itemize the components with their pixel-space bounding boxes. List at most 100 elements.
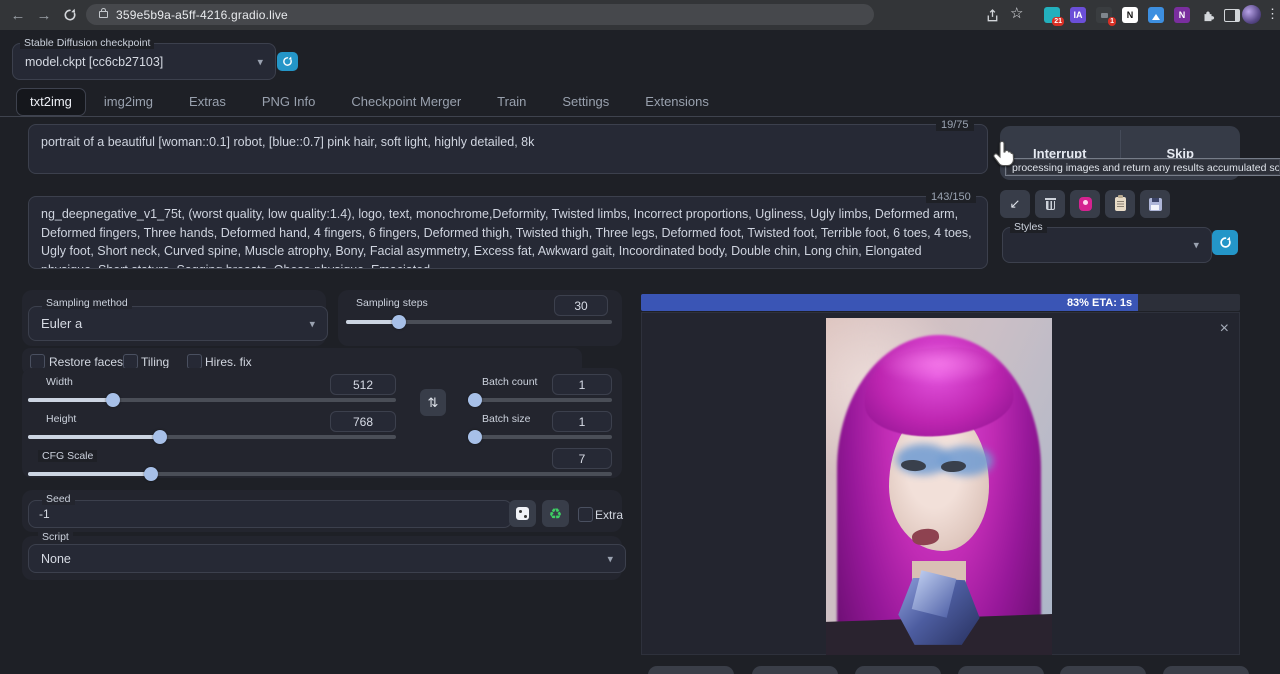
cfg-scale-label: CFG Scale [38,450,97,462]
dice-icon [516,507,529,520]
slider-handle[interactable] [468,393,482,407]
seed-input[interactable]: -1 [28,500,512,528]
camera-glyph [1101,13,1108,18]
negative-prompt-textarea[interactable]: ng_deepnegative_v1_75t, (worst quality, … [28,196,988,269]
refresh-icon [1219,236,1232,249]
sampling-steps-input[interactable]: 30 [554,295,608,316]
script-label: Script [38,531,73,543]
slider-handle[interactable] [392,315,406,329]
browser-forward-icon[interactable]: → [32,3,56,27]
sampling-method-label: Sampling method [42,297,132,309]
tab-extensions[interactable]: Extensions [627,88,727,116]
generated-image[interactable] [826,318,1052,655]
tab-img2img[interactable]: img2img [86,88,171,116]
extension-notion-icon[interactable]: N [1122,7,1138,23]
sampling-steps-slider[interactable] [346,315,612,329]
tab-png-info[interactable]: PNG Info [244,88,333,116]
progress-fill: 83% ETA: 1s [641,294,1138,311]
styles-refresh-button[interactable] [1212,230,1238,255]
hires-fix-checkbox[interactable] [187,354,202,369]
tiling-checkbox[interactable] [123,354,138,369]
tab-train[interactable]: Train [479,88,544,116]
trash-icon [1045,198,1056,210]
seed-extra-checkbox[interactable] [578,507,593,522]
batch-count-input[interactable]: 1 [552,374,612,395]
chevron-down-icon: ▾ [309,317,315,330]
tab-extras[interactable]: Extras [171,88,244,116]
width-label: Width [42,376,77,388]
share-icon[interactable] [980,3,1004,27]
extension-onenote-icon[interactable]: N [1174,7,1190,23]
progress-bar: 83% ETA: 1s [641,294,1240,311]
gallery-action-button[interactable] [958,666,1044,674]
cfg-scale-input[interactable]: 7 [552,448,612,469]
negative-token-counter: 143/150 [926,191,976,203]
tab-divider [0,116,1280,117]
checkpoint-refresh-button[interactable] [277,52,298,71]
hires-fix-label: Hires. fix [205,355,252,369]
lock-icon [99,11,108,18]
seed-extra-label: Extra [595,508,623,522]
gallery-action-button[interactable] [648,666,734,674]
profile-avatar[interactable] [1242,5,1261,24]
bookmark-star-icon[interactable]: ☆ [1010,4,1023,22]
extra-networks-button[interactable] [1070,190,1100,218]
slider-handle[interactable] [144,467,158,481]
extension-image-icon[interactable] [1148,7,1164,23]
extension-badge: 21 [1052,17,1064,26]
reuse-seed-button[interactable]: ♻ [542,500,569,527]
batch-size-label: Batch size [478,413,534,425]
extension-camera-icon[interactable]: 1 [1096,7,1112,23]
restore-faces-label: Restore faces [49,355,123,369]
extension-teal-icon[interactable]: 21 [1044,7,1060,23]
main-tabs: txt2img img2img Extras PNG Info Checkpoi… [16,88,727,116]
cfg-scale-slider[interactable] [28,467,612,481]
url-bar[interactable]: 359e5b9a-a5ff-4216.gradio.live [86,4,874,25]
tab-settings[interactable]: Settings [544,88,627,116]
refresh-icon [282,56,293,67]
sampling-method-value: Euler a [41,316,82,331]
tab-checkpoint-merger[interactable]: Checkpoint Merger [333,88,479,116]
height-slider[interactable] [28,430,396,444]
clear-prompt-button[interactable] [1035,190,1065,218]
tab-txt2img[interactable]: txt2img [16,88,86,116]
script-value: None [41,552,71,566]
batch-size-input[interactable]: 1 [552,411,612,432]
apply-styles-button[interactable] [1105,190,1135,218]
checkpoint-label: Stable Diffusion checkpoint [20,37,154,49]
side-panel-icon[interactable] [1220,3,1244,27]
restore-faces-checkbox[interactable] [30,354,45,369]
extension-badge: 1 [1108,17,1116,26]
slider-handle[interactable] [106,393,120,407]
save-style-button[interactable] [1140,190,1170,218]
width-input[interactable]: 512 [330,374,396,395]
script-dropdown[interactable]: None ▾ [28,544,626,573]
extensions-puzzle-icon[interactable] [1196,3,1220,27]
gallery-action-button[interactable] [1060,666,1146,674]
styles-label: Styles [1010,221,1047,233]
extension-ia-icon[interactable]: IA [1070,7,1086,23]
gallery-action-button[interactable] [752,666,838,674]
slider-handle[interactable] [153,430,167,444]
sampling-method-dropdown[interactable]: Euler a ▾ [28,306,328,341]
prompt-token-counter: 19/75 [936,119,974,131]
height-label: Height [42,413,80,425]
swap-dimensions-button[interactable]: ⇅ [420,389,446,416]
output-gallery: × [641,312,1240,655]
browser-refresh-icon[interactable] [58,3,82,27]
chevron-down-icon: ▾ [257,55,263,68]
slider-handle[interactable] [468,430,482,444]
height-input[interactable]: 768 [330,411,396,432]
gallery-action-button[interactable] [855,666,941,674]
browser-menu-icon[interactable]: ⋮ [1266,6,1279,22]
batch-size-slider[interactable] [468,430,612,444]
clipboard-icon [1115,197,1126,211]
paste-params-button[interactable]: ↙ [1000,190,1030,218]
close-icon[interactable]: × [1220,321,1229,337]
gallery-action-button[interactable] [1163,666,1249,674]
browser-back-icon[interactable]: ← [6,3,30,27]
random-seed-button[interactable] [509,500,536,527]
batch-count-slider[interactable] [468,393,612,407]
width-slider[interactable] [28,393,396,407]
prompt-textarea[interactable]: portrait of a beautiful [woman::0.1] rob… [28,124,988,174]
